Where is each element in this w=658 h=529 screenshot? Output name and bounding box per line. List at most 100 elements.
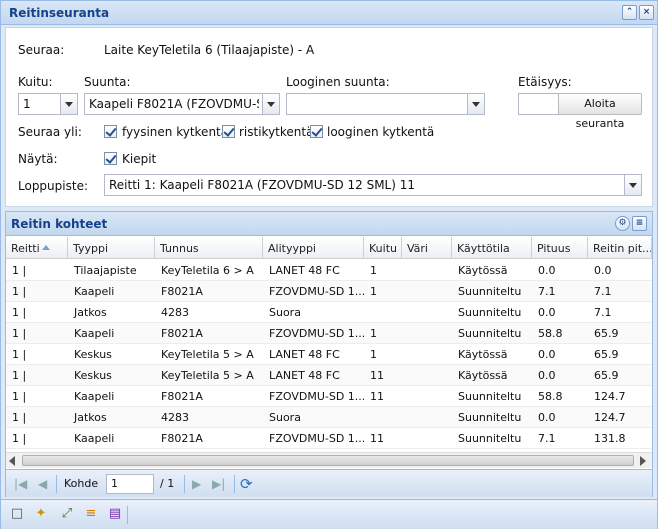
table-row[interactable]: 1 | Kaapeli F8021A FZOVDMU-SD 1... 1 Suunnite… bbox=[6, 281, 652, 302]
route-items-panel: Reitin kohteet ⚙ ≡ Reitti Tyyppi Tunnus Ali… bbox=[5, 211, 653, 497]
chevron-down-icon[interactable] bbox=[60, 94, 77, 114]
cell-reitti: 1 | bbox=[12, 432, 27, 445]
column-header-pituus[interactable]: Pituus bbox=[532, 237, 588, 259]
separator bbox=[184, 475, 185, 493]
column-header-reitin-pituus[interactable]: Reitin pit... bbox=[588, 237, 652, 259]
seuraa-yli-label: Seuraa yli: bbox=[18, 125, 82, 139]
loppupiste-select[interactable]: Reitti 1: Kaapeli F8021A (FZOVDMU-SD 12 … bbox=[104, 174, 642, 196]
cell-alityyppi: FZOVDMU-SD 1... bbox=[269, 390, 364, 403]
column-header-kuitu[interactable]: Kuitu bbox=[364, 237, 402, 259]
cell-kuitu: 1 bbox=[370, 264, 377, 277]
loppupiste-value: Reitti 1: Kaapeli F8021A (FZOVDMU-SD 12 … bbox=[109, 178, 416, 192]
cell-tunnus: KeyTeletila 5 > A bbox=[161, 369, 254, 382]
chart-icon[interactable]: ▤ bbox=[107, 506, 123, 522]
page-number-input[interactable]: 1 bbox=[106, 474, 154, 494]
cell-kuitu: 1 bbox=[370, 348, 377, 361]
table-row[interactable]: 1 | Kaapeli F8021A FZOVDMU-SD 1... 11 Suunnit… bbox=[6, 428, 652, 449]
table-row[interactable]: 1 | Jatkos 4283 Suora Suunniteltu 0.0 7.1 bbox=[6, 302, 652, 323]
expand-arrows-icon[interactable]: ⤢ bbox=[59, 506, 75, 522]
cell-pituus: 0.0 bbox=[538, 369, 556, 382]
looginen-label: looginen kytkentä bbox=[327, 125, 435, 139]
close-icon[interactable]: × bbox=[639, 5, 654, 20]
chevron-down-icon[interactable] bbox=[262, 94, 279, 114]
column-header-alityyppi[interactable]: Alityyppi bbox=[263, 237, 364, 259]
table-row[interactable]: 1 | Kaapeli F8021A FZOVDMU-SD 1... 11 Suunnit… bbox=[6, 386, 652, 407]
cell-vari bbox=[402, 323, 452, 344]
grid-header: Reitti Tyyppi Tunnus Alityyppi Kuitu Väri Käyt… bbox=[6, 237, 652, 259]
next-page-icon[interactable]: ▶ bbox=[192, 477, 201, 491]
list-icon[interactable]: ≡ bbox=[632, 216, 647, 231]
cell-reitti: 1 | bbox=[12, 306, 27, 319]
column-header-tyyppi[interactable]: Tyyppi bbox=[68, 237, 155, 259]
cell-vari bbox=[402, 302, 452, 323]
column-header-tunnus[interactable]: Tunnus bbox=[155, 237, 263, 259]
last-page-icon[interactable]: ▶| bbox=[212, 477, 225, 491]
grid-title: Reitin kohteet bbox=[11, 217, 108, 231]
cell-alityyppi: LANET 48 FC bbox=[269, 369, 340, 382]
cell-reitti: 1 | bbox=[12, 327, 27, 340]
cell-reitti: 1 | bbox=[12, 411, 27, 424]
kuitu-select[interactable]: 1 bbox=[18, 93, 78, 115]
kuitu-select-value: 1 bbox=[23, 97, 31, 111]
list-icon[interactable]: ≡ bbox=[83, 506, 99, 522]
gear-icon[interactable]: ⚙ bbox=[615, 216, 630, 231]
cell-alityyppi: FZOVDMU-SD 1... bbox=[269, 327, 364, 340]
cell-reitin-pituus: 7.1 bbox=[594, 306, 612, 319]
scroll-right-icon[interactable] bbox=[640, 456, 646, 466]
table-row[interactable]: 1 | Keskus KeyTeletila 5 > A LANET 48 FC 11 K… bbox=[6, 365, 652, 386]
sort-asc-icon bbox=[42, 245, 50, 250]
cell-tunnus: F8021A bbox=[161, 285, 203, 298]
cell-kuitu: 11 bbox=[370, 369, 384, 382]
table-row[interactable]: 1 | Jatkos 4283 Suora Suunniteltu 0.0 124.7 bbox=[6, 407, 652, 428]
cell-kayttotila: Suunniteltu bbox=[458, 327, 522, 340]
column-header-reitti[interactable]: Reitti bbox=[6, 237, 68, 259]
scrollbar-thumb[interactable] bbox=[22, 455, 634, 466]
table-row[interactable]: 1 | Tilaajapiste KeyTeletila 6 > A LANET 48… bbox=[6, 260, 652, 281]
cell-vari bbox=[402, 281, 452, 302]
first-page-icon[interactable]: |◀ bbox=[14, 477, 27, 491]
cell-tunnus: KeyTeletila 5 > A bbox=[161, 348, 254, 361]
cell-kayttotila: Käytössä bbox=[458, 264, 508, 277]
start-tracking-button[interactable]: Aloita seuranta bbox=[558, 93, 642, 130]
column-header-kayttotila[interactable]: Käyttötila bbox=[452, 237, 532, 259]
cell-pituus: 0.0 bbox=[538, 264, 556, 277]
looginen-checkbox[interactable] bbox=[310, 125, 323, 138]
cell-kayttotila: Suunniteltu bbox=[458, 285, 522, 298]
cell-pituus: 0.0 bbox=[538, 306, 556, 319]
ristikytkenta-checkbox[interactable] bbox=[222, 125, 235, 138]
cell-reitin-pituus: 65.9 bbox=[594, 369, 619, 382]
chevron-down-icon[interactable] bbox=[467, 94, 484, 114]
wand-icon[interactable]: ✦ bbox=[33, 506, 49, 522]
cell-kayttotila: Suunniteltu bbox=[458, 390, 522, 403]
fyysinen-checkbox[interactable] bbox=[104, 125, 117, 138]
cell-tyyppi: Jatkos bbox=[74, 411, 107, 424]
table-row[interactable]: 1 | Kaapeli F8021A FZOVDMU-SD 1... 1 Suunnite… bbox=[6, 323, 652, 344]
cell-vari bbox=[402, 344, 452, 365]
prev-page-icon[interactable]: ◀ bbox=[38, 477, 47, 491]
looginen-suunta-select[interactable] bbox=[286, 93, 485, 115]
paging-toolbar: |◀ ◀ Kohde 1 / 1 ▶ ▶| ⟳ bbox=[6, 469, 652, 497]
kiepit-checkbox[interactable] bbox=[104, 152, 117, 165]
cell-kuitu: 11 bbox=[370, 432, 384, 445]
horizontal-scrollbar[interactable] bbox=[6, 452, 652, 468]
cell-vari bbox=[402, 428, 452, 449]
column-header-vari[interactable]: Väri bbox=[402, 237, 452, 259]
loppupiste-label: Loppupiste: bbox=[18, 179, 88, 193]
cell-tunnus: F8021A bbox=[161, 327, 203, 340]
refresh-icon[interactable]: ⟳ bbox=[240, 475, 253, 493]
cell-tyyppi: Keskus bbox=[74, 369, 112, 382]
cell-tunnus: F8021A bbox=[161, 432, 203, 445]
cell-tyyppi: Kaapeli bbox=[74, 390, 115, 403]
cell-alityyppi: LANET 48 FC bbox=[269, 264, 340, 277]
cell-kayttotila: Käytössä bbox=[458, 348, 508, 361]
cell-kuitu bbox=[364, 302, 402, 323]
collapse-icon[interactable]: ⌃ bbox=[622, 5, 637, 20]
scroll-left-icon[interactable] bbox=[9, 456, 15, 466]
kohde-label: Kohde bbox=[64, 477, 99, 490]
new-document-icon[interactable]: □ bbox=[9, 506, 25, 522]
nayta-label: Näytä: bbox=[18, 152, 58, 166]
kuitu-label: Kuitu: bbox=[18, 75, 53, 89]
chevron-down-icon[interactable] bbox=[624, 175, 641, 195]
suunta-select[interactable]: Kaapeli F8021A (FZOVDMU-SD 1 bbox=[84, 93, 280, 115]
table-row[interactable]: 1 | Keskus KeyTeletila 5 > A LANET 48 FC 1 Kä… bbox=[6, 344, 652, 365]
